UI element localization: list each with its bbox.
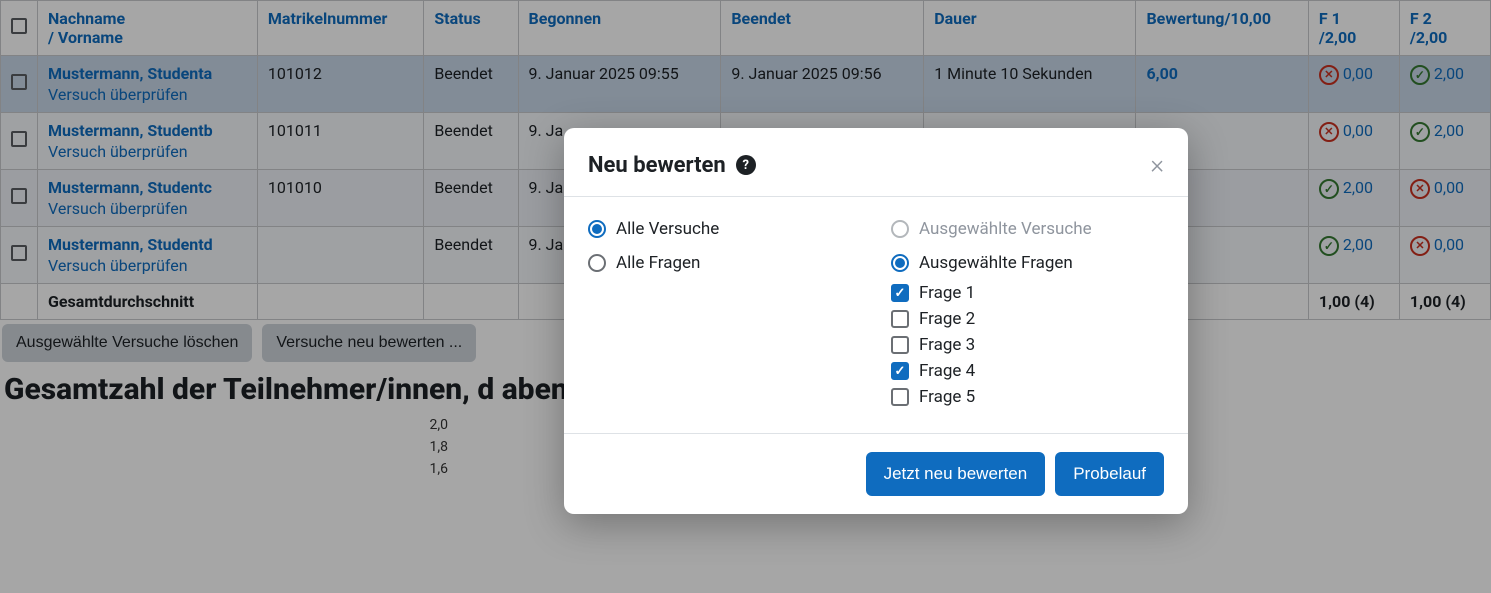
question-checkbox[interactable]: Frage 2 (891, 309, 1164, 329)
radio-icon (891, 220, 909, 238)
dryrun-button[interactable]: Probelauf (1055, 452, 1164, 496)
radio-icon (588, 220, 606, 238)
help-icon[interactable]: ? (736, 155, 756, 175)
checkbox-icon (891, 388, 909, 406)
checkbox-icon (891, 284, 909, 302)
radio-all-attempts[interactable]: Alle Versuche (588, 219, 861, 239)
question-checkbox[interactable]: Frage 3 (891, 335, 1164, 355)
regrade-now-button[interactable]: Jetzt neu bewerten (866, 452, 1046, 496)
question-checkbox[interactable]: Frage 5 (891, 387, 1164, 407)
modal-title: Neu bewerten (588, 153, 726, 178)
close-icon[interactable]: × (1150, 152, 1164, 178)
regrade-modal: Neu bewerten ? × Alle Versuche Alle Frag… (564, 128, 1188, 514)
checkbox-icon (891, 310, 909, 328)
radio-icon (588, 254, 606, 272)
radio-selected-questions[interactable]: Ausgewählte Fragen (891, 253, 1164, 273)
checkbox-icon (891, 362, 909, 380)
checkbox-icon (891, 336, 909, 354)
radio-all-questions[interactable]: Alle Fragen (588, 253, 861, 273)
radio-icon (891, 254, 909, 272)
question-checkbox[interactable]: Frage 1 (891, 283, 1164, 303)
radio-selected-attempts: Ausgewählte Versuche (891, 219, 1164, 239)
question-checkbox[interactable]: Frage 4 (891, 361, 1164, 381)
